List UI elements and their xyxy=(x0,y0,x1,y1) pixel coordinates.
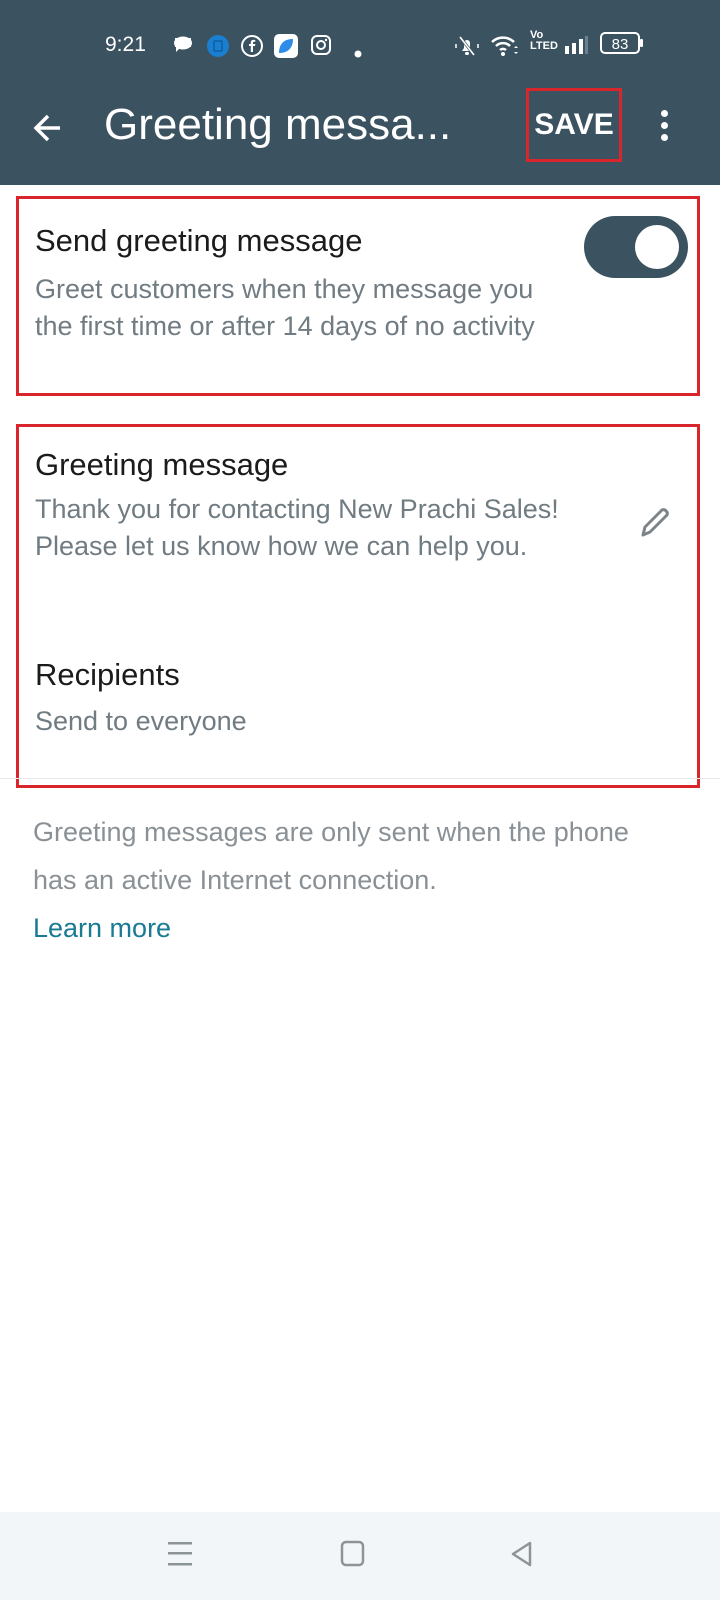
recipients-title: Recipients xyxy=(35,657,180,692)
page-title: Greeting messa... xyxy=(104,100,452,149)
system-nav-bar xyxy=(0,1512,720,1600)
learn-more-link[interactable]: Learn more xyxy=(33,904,673,952)
send-greeting-description: Greet customers when they message you th… xyxy=(35,274,535,341)
more-options-button[interactable] xyxy=(658,110,670,146)
send-greeting-toggle[interactable] xyxy=(584,216,688,278)
send-greeting-title: Send greeting message xyxy=(35,223,363,258)
footer-note-block: Greeting messages are only sent when the… xyxy=(33,808,673,952)
more-vertical-icon xyxy=(660,110,668,117)
facebook-icon xyxy=(240,34,264,64)
greeting-message-text: Thank you for contacting New Prachi Sale… xyxy=(35,494,559,561)
home-icon[interactable] xyxy=(340,1540,366,1573)
status-bar: 9:21 Vo LTED 83 xyxy=(0,30,720,62)
divider xyxy=(0,778,720,779)
back-button[interactable] xyxy=(30,108,70,148)
chat-bubble-icon xyxy=(172,34,194,62)
recipients-value: Send to everyone xyxy=(35,706,247,736)
greeting-message-title: Greeting message xyxy=(35,447,289,482)
mute-icon xyxy=(454,34,480,64)
footer-note: Greeting messages are only sent when the… xyxy=(33,817,629,895)
svg-text:83: 83 xyxy=(612,36,629,53)
pencil-icon[interactable] xyxy=(637,505,673,546)
app-icon xyxy=(274,34,298,64)
recipients-item[interactable]: Recipients Send to everyone xyxy=(19,647,697,757)
arrow-left-icon xyxy=(33,114,60,142)
app-bar: 9:21 Vo LTED 83 Greeting messa... SAVE xyxy=(0,0,720,185)
back-triangle-icon[interactable] xyxy=(510,1540,536,1573)
app-notification-icon xyxy=(206,34,230,64)
instagram-icon xyxy=(310,34,332,62)
battery-icon: 83 xyxy=(600,30,644,62)
greeting-message-item[interactable]: Greeting message Thank you for contactin… xyxy=(19,427,697,619)
signal-icon xyxy=(564,34,590,62)
menu-icon[interactable] xyxy=(168,1540,194,1573)
wifi-icon xyxy=(490,34,520,64)
volte-icon: Vo LTED xyxy=(530,29,558,52)
save-button[interactable]: SAVE xyxy=(526,88,622,162)
toggle-knob xyxy=(635,225,679,269)
dot-icon xyxy=(354,40,362,64)
status-time: 9:21 xyxy=(105,33,146,56)
greeting-details-group: Greeting message Thank you for contactin… xyxy=(16,424,700,788)
